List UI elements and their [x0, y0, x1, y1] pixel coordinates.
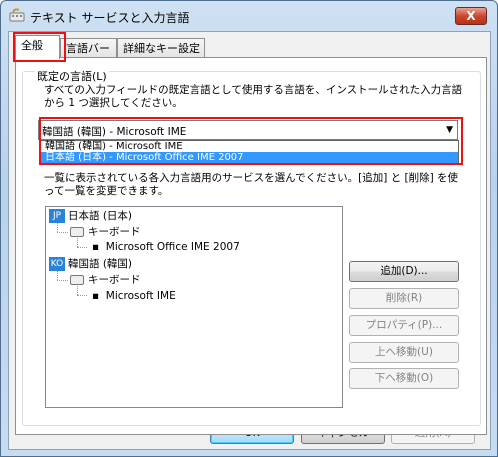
default-language-dropdown: 韓国語 (韓国) - Microsoft IME 日本語 (日本) - Micr… — [40, 140, 459, 164]
services-tree[interactable]: JP 日本語 (日本) キーボード ▪ Microsoft Office IME … — [45, 206, 343, 408]
move-up-button[interactable]: 上へ移動(U) — [349, 342, 459, 363]
language-badge: KO — [49, 257, 65, 271]
default-language-description-1: すべての入力フィールドの既定言語として使用する言語を、インストールされた入力言語 — [44, 84, 463, 96]
tree-node-category[interactable]: キーボード — [70, 225, 141, 239]
bullet-icon: ▪ — [92, 290, 106, 302]
bullet-icon: ▪ — [92, 241, 106, 253]
keyboard-icon — [9, 8, 25, 22]
properties-button[interactable]: プロパティ(P)... — [349, 315, 459, 336]
title-bar[interactable]: テキスト サービスと入力言語 X — [1, 1, 497, 31]
chevron-down-icon[interactable]: ▼ — [446, 125, 453, 135]
tree-connector — [77, 247, 87, 248]
combo-selected-value: 韓国語 (韓国) - Microsoft IME — [42, 126, 187, 138]
services-description-2: って一覧を変更できます。 — [44, 185, 169, 197]
tree-item-label: Microsoft Office IME 2007 — [105, 241, 240, 253]
tab-advanced-key-settings[interactable]: 詳細なキー設定 — [117, 38, 205, 59]
default-language-label: 既定の言語(L) — [35, 68, 109, 84]
tree-connector — [77, 295, 87, 296]
services-description-1: 一覧に表示されている各入力言語用のサービスを選んでください。[追加] と [削除… — [44, 172, 459, 184]
dropdown-option-selected[interactable]: 日本語 (日本) - Microsoft Office IME 2007 — [41, 152, 458, 163]
window-title: テキスト サービスと入力言語 — [30, 11, 190, 25]
tab-general[interactable]: 全般 — [15, 35, 60, 59]
tree-connector — [77, 238, 78, 247]
dialog-window: テキスト サービスと入力言語 X 全般 言語バー 詳細なキー設定 既定の言語(L… — [0, 0, 498, 457]
tree-node-category[interactable]: キーボード — [70, 273, 141, 287]
tree-node-item[interactable]: ▪ Microsoft Office IME 2007 — [92, 240, 240, 254]
remove-button[interactable]: 削除(R) — [349, 288, 459, 309]
keyboard-icon — [70, 227, 84, 237]
move-down-button[interactable]: 下へ移動(O) — [349, 368, 459, 389]
tree-node-language[interactable]: KO 韓国語 (韓国) — [49, 257, 132, 271]
tree-node-language[interactable]: JP 日本語 (日本) — [49, 209, 132, 223]
tree-language-label: 日本語 (日本) — [68, 210, 133, 222]
tree-connector — [77, 286, 78, 295]
tree-connector — [57, 280, 68, 281]
add-button[interactable]: 追加(D)... — [349, 261, 459, 282]
tree-node-item[interactable]: ▪ Microsoft IME — [92, 289, 176, 303]
language-badge: JP — [49, 209, 65, 223]
dropdown-option[interactable]: 韓国語 (韓国) - Microsoft IME — [41, 141, 458, 152]
tree-connector — [57, 232, 68, 233]
default-language-combobox[interactable]: 韓国語 (韓国) - Microsoft IME ▼ — [38, 120, 458, 140]
keyboard-icon — [70, 275, 84, 285]
tab-language-bar[interactable]: 言語バー — [60, 38, 117, 59]
tree-category-label: キーボード — [88, 226, 141, 238]
tree-connector — [57, 223, 58, 232]
tree-item-label: Microsoft IME — [105, 290, 176, 302]
tree-connector — [57, 271, 58, 280]
tree-category-label: キーボード — [88, 274, 141, 286]
close-button[interactable]: X — [455, 7, 487, 25]
default-language-description-2: から 1 つ選択してください。 — [44, 97, 183, 109]
tree-language-label: 韓国語 (韓国) — [68, 258, 133, 270]
